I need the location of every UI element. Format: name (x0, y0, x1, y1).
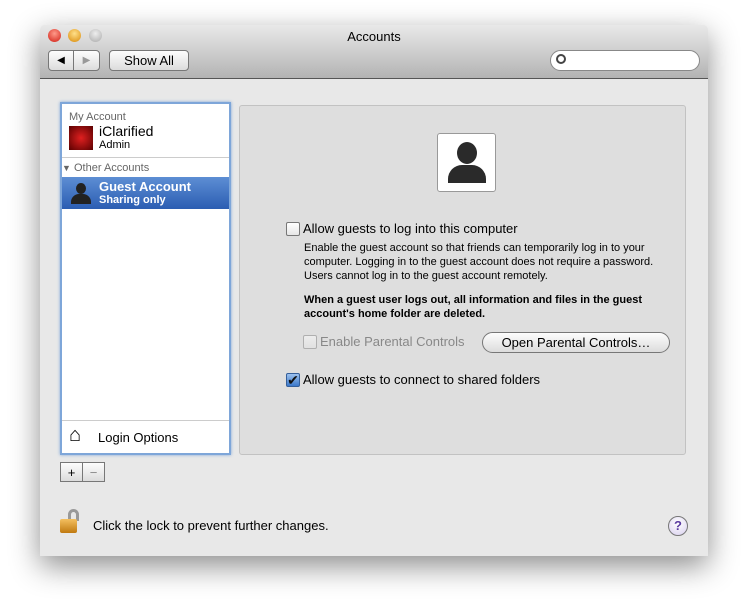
house-icon: ⌂ (69, 424, 82, 446)
add-account-button[interactable]: + (60, 462, 83, 482)
account-list[interactable]: My Account iClarified Admin ▼ Other Acco… (60, 102, 231, 455)
remove-account-button[interactable]: − (82, 462, 105, 482)
open-parental-controls-button[interactable]: Open Parental Controls… (482, 332, 670, 353)
guest-warning: When a guest user logs out, all informat… (304, 294, 642, 320)
search-icon (556, 54, 566, 64)
account-role: Sharing only (99, 194, 166, 206)
parental-controls-checkbox[interactable] (303, 335, 317, 349)
allow-login-checkbox[interactable] (286, 222, 300, 236)
account-item-iclarified[interactable]: iClarified Admin (62, 123, 229, 157)
login-options-label: Login Options (98, 430, 179, 445)
lock-status-text: Click the lock to prevent further change… (93, 518, 329, 533)
back-arrow-icon: ◀ (57, 55, 65, 66)
user-silhouette-icon (71, 183, 91, 205)
forward-arrow-icon: ▶ (82, 55, 91, 66)
account-name: Guest Account (99, 179, 191, 194)
show-all-button[interactable]: Show All (109, 50, 189, 71)
checkmark-icon: ✔ (287, 372, 299, 388)
search-input[interactable] (550, 50, 700, 71)
account-detail-panel: Allow guests to log into this computer E… (239, 105, 686, 455)
other-accounts-label: Other Accounts (73, 162, 150, 174)
account-role: Admin (99, 139, 131, 151)
my-account-header: My Account (69, 111, 126, 123)
rose-avatar-icon (69, 126, 93, 150)
toolbar: Accounts ◀ ▶ Show All (40, 25, 708, 79)
allow-login-label: Allow guests to log into this computer (303, 221, 518, 236)
account-item-guest[interactable]: Guest Account Sharing only (62, 177, 229, 209)
help-icon: ? (674, 518, 682, 533)
other-accounts-header[interactable]: ▼ Other Accounts (62, 157, 229, 177)
shared-folders-label: Allow guests to connect to shared folder… (303, 372, 541, 387)
back-button[interactable]: ◀ (48, 50, 74, 71)
account-name: iClarified (99, 123, 154, 139)
help-button[interactable]: ? (668, 516, 688, 536)
login-options-item[interactable]: ⌂ Login Options (62, 420, 229, 453)
guest-description: Enable the guest account so that friends… (304, 242, 654, 282)
window-title: Accounts (347, 29, 401, 44)
user-silhouette-icon (448, 142, 486, 184)
disclosure-triangle-icon: ▼ (62, 163, 71, 173)
user-picture[interactable] (437, 133, 496, 192)
shared-folders-checkbox[interactable]: ✔ (286, 373, 300, 387)
forward-button[interactable]: ▶ (73, 50, 100, 71)
lock-icon[interactable] (60, 509, 80, 535)
accounts-window: Accounts ◀ ▶ Show All My Account iClarif… (40, 25, 708, 556)
parental-controls-label: Enable Parental Controls (320, 334, 465, 349)
